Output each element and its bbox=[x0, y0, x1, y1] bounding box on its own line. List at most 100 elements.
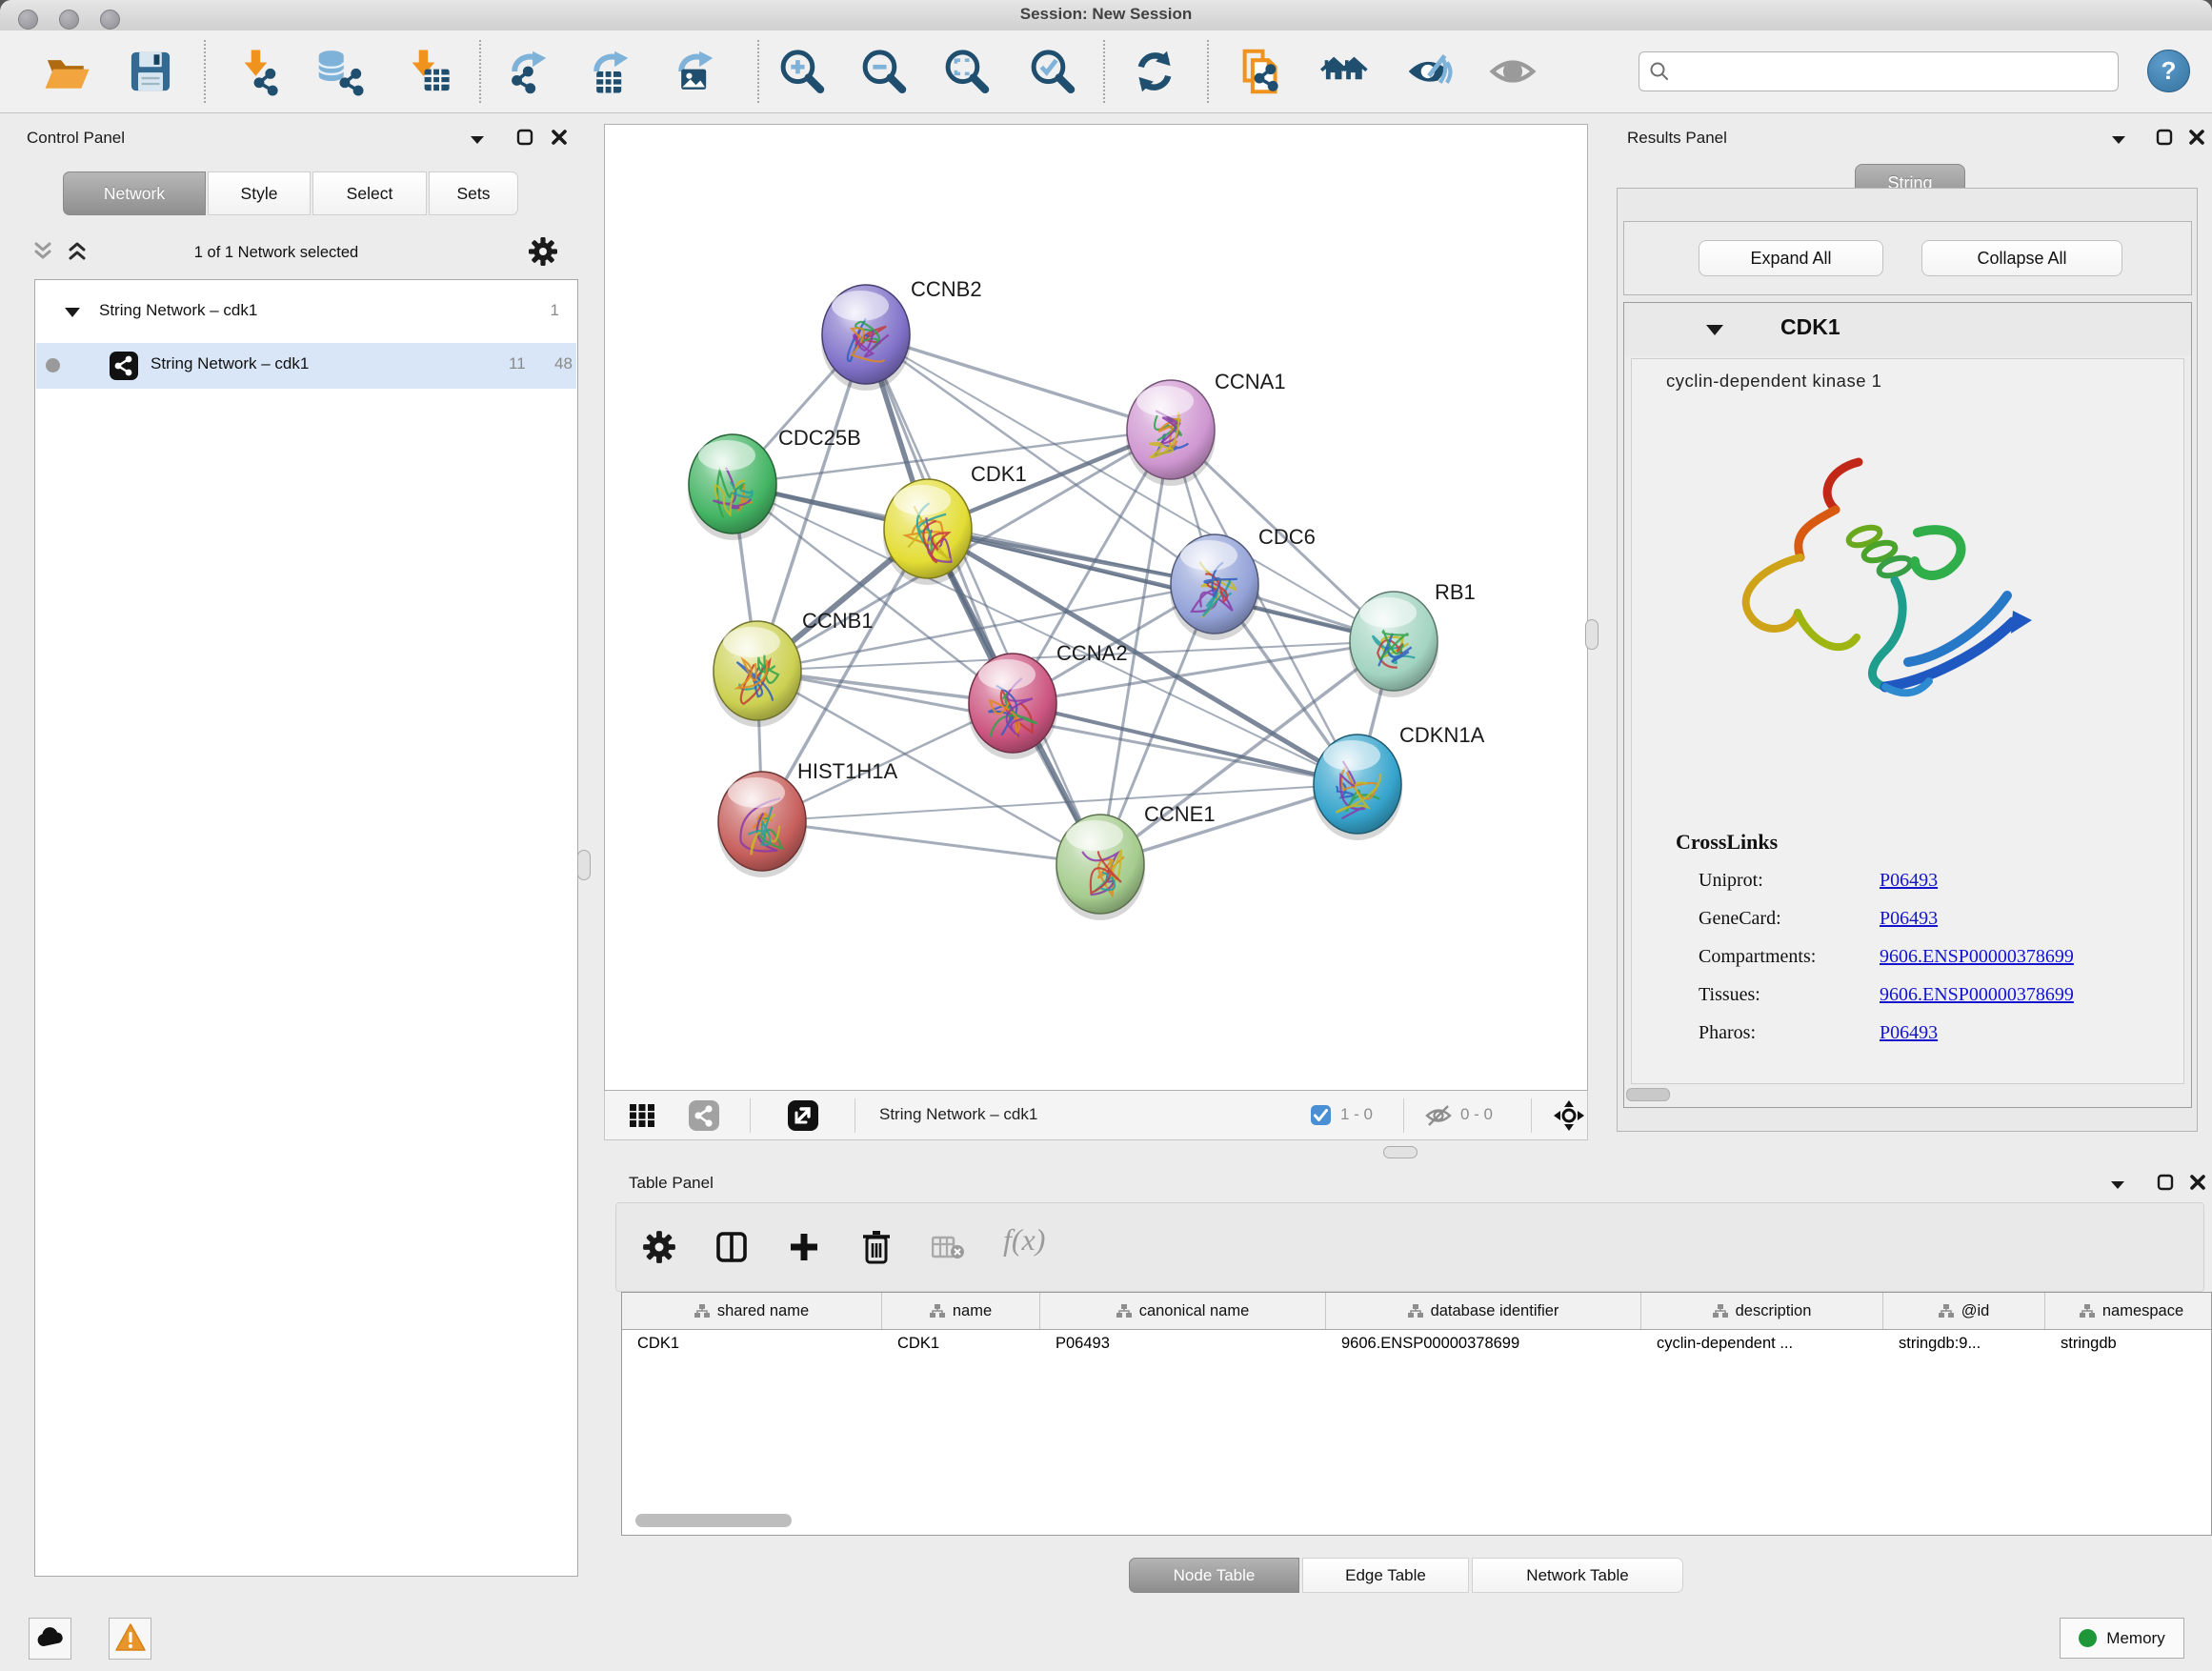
zoom-selected-button[interactable] bbox=[1023, 45, 1080, 100]
tab-style[interactable]: Style bbox=[208, 171, 311, 215]
node-CCNA2[interactable] bbox=[968, 654, 1057, 759]
import-network-from-database-button[interactable] bbox=[311, 45, 368, 100]
expand-all-button[interactable]: Expand All bbox=[1699, 240, 1883, 276]
grid-mode-icon[interactable] bbox=[628, 1103, 656, 1128]
cloud-status-button[interactable] bbox=[29, 1618, 71, 1660]
results-panel-close-icon[interactable] bbox=[2184, 128, 2209, 149]
edge-CDC25B-CDC6[interactable] bbox=[733, 484, 1215, 584]
export-image-button[interactable] bbox=[664, 45, 721, 100]
zoom-out-button[interactable] bbox=[855, 45, 912, 100]
column-header-name[interactable]: name bbox=[882, 1293, 1040, 1329]
show-all-button[interactable] bbox=[1484, 45, 1541, 100]
node-CCNB1[interactable] bbox=[713, 621, 802, 727]
network-view-mode-icon[interactable] bbox=[687, 1099, 721, 1132]
table-cell[interactable]: P06493 bbox=[1056, 1335, 1110, 1353]
table-cell[interactable]: CDK1 bbox=[897, 1335, 939, 1353]
table-cell[interactable]: stringdb bbox=[2061, 1335, 2117, 1353]
edge-CCNB2-CCNE1[interactable] bbox=[866, 334, 1100, 864]
column-header--id[interactable]: @id bbox=[1883, 1293, 2045, 1329]
export-network-button[interactable] bbox=[497, 45, 554, 100]
save-session-button[interactable] bbox=[122, 45, 179, 100]
node-CDKN1A[interactable] bbox=[1313, 735, 1402, 840]
open-session-button[interactable] bbox=[38, 45, 95, 100]
network-tree-root-row[interactable]: String Network – cdk1 1 bbox=[36, 292, 576, 333]
node-HIST1H1A[interactable] bbox=[717, 772, 807, 877]
import-table-button[interactable] bbox=[398, 45, 455, 100]
tab-edge-table[interactable]: Edge Table bbox=[1302, 1558, 1469, 1593]
node-RB1[interactable] bbox=[1349, 592, 1438, 697]
hide-selected-button[interactable] bbox=[1400, 45, 1458, 100]
show-columns-icon[interactable] bbox=[714, 1230, 750, 1266]
protein-card-header[interactable]: CDK1 bbox=[1624, 303, 2191, 356]
column-header-canonical-name[interactable]: canonical name bbox=[1040, 1293, 1326, 1329]
network-options-gear-icon[interactable] bbox=[528, 236, 558, 267]
column-header-namespace[interactable]: namespace bbox=[2045, 1293, 2212, 1329]
column-header-shared-name[interactable]: shared name bbox=[622, 1293, 882, 1329]
birdseye-navigator-icon[interactable] bbox=[1552, 1099, 1586, 1132]
tab-network[interactable]: Network bbox=[63, 171, 206, 215]
crosslink-value-link[interactable]: P06493 bbox=[1880, 1022, 1938, 1044]
export-table-button[interactable] bbox=[579, 45, 636, 100]
function-builder-icon[interactable]: f(x) bbox=[1003, 1222, 1045, 1258]
expand-all-tree-icon[interactable] bbox=[65, 240, 90, 261]
table-cell[interactable]: CDK1 bbox=[637, 1335, 679, 1353]
tab-select[interactable]: Select bbox=[312, 171, 427, 215]
selected-checkbox-icon[interactable] bbox=[1310, 1104, 1332, 1126]
import-network-from-file-button[interactable] bbox=[231, 45, 288, 100]
tab-node-table[interactable]: Node Table bbox=[1129, 1558, 1299, 1593]
task-warning-button[interactable] bbox=[109, 1618, 151, 1660]
node-CCNA1[interactable] bbox=[1126, 380, 1216, 486]
node-CDC25B[interactable] bbox=[688, 434, 777, 540]
collapse-all-tree-icon[interactable] bbox=[30, 240, 55, 261]
delete-column-trash-icon[interactable] bbox=[858, 1228, 895, 1266]
left-splitter-handle[interactable] bbox=[577, 850, 591, 880]
results-hscrollbar-thumb[interactable] bbox=[1626, 1088, 1670, 1101]
crosslink-value-link[interactable]: 9606.ENSP00000378699 bbox=[1880, 984, 2074, 1006]
apply-layout-button[interactable] bbox=[1126, 45, 1183, 100]
edge-CCNB2-CCNA1[interactable] bbox=[866, 334, 1171, 430]
node-CCNB2[interactable] bbox=[821, 285, 911, 391]
network-tree-selected-row[interactable]: String Network – cdk1 11 48 bbox=[36, 343, 576, 389]
crosslink-value-link[interactable]: 9606.ENSP00000378699 bbox=[1880, 946, 2074, 968]
memory-button[interactable]: Memory bbox=[2060, 1618, 2184, 1659]
search-input[interactable] bbox=[1678, 62, 2108, 81]
edge-CCNA2-CDKN1A[interactable] bbox=[1013, 703, 1357, 784]
protein-collapse-arrow-icon[interactable] bbox=[1704, 322, 1725, 338]
search-box[interactable] bbox=[1639, 51, 2119, 91]
table-hscrollbar-thumb[interactable] bbox=[635, 1514, 792, 1527]
table-cell[interactable]: cyclin-dependent ... bbox=[1657, 1335, 1793, 1353]
node-CDK1[interactable] bbox=[883, 479, 973, 585]
crosslink-value-link[interactable]: P06493 bbox=[1880, 908, 1938, 930]
node-CCNE1[interactable] bbox=[1056, 815, 1145, 920]
delete-table-icon[interactable] bbox=[931, 1236, 965, 1262]
new-network-from-selection-button[interactable] bbox=[1231, 45, 1288, 100]
column-header-database-identifier[interactable]: database identifier bbox=[1326, 1293, 1641, 1329]
horizontal-splitter-handle[interactable] bbox=[1383, 1146, 1418, 1158]
column-header-description[interactable]: description bbox=[1641, 1293, 1883, 1329]
tab-network-table[interactable]: Network Table bbox=[1472, 1558, 1683, 1593]
tab-sets[interactable]: Sets bbox=[429, 171, 518, 215]
table-panel-menu-icon[interactable] bbox=[2105, 1175, 2130, 1196]
table-panel-float-icon[interactable] bbox=[2153, 1173, 2178, 1194]
table-settings-gear-icon[interactable] bbox=[641, 1230, 677, 1266]
zoom-in-button[interactable] bbox=[773, 45, 830, 100]
control-panel-close-icon[interactable] bbox=[547, 128, 572, 149]
results-panel-menu-icon[interactable] bbox=[2106, 130, 2131, 151]
first-neighbors-button[interactable] bbox=[1317, 45, 1374, 100]
help-button[interactable]: ? bbox=[2147, 50, 2190, 92]
node-table[interactable]: shared namenamecanonical namedatabase id… bbox=[621, 1292, 2212, 1536]
table-cell[interactable]: stringdb:9... bbox=[1899, 1335, 1981, 1353]
network-canvas[interactable]: CCNB2CCNA1CDC25BCDK1CDC6RB1CCNB1CCNA2CDK… bbox=[604, 124, 1588, 1091]
collapse-all-button[interactable]: Collapse All bbox=[1921, 240, 2122, 276]
control-panel-float-icon[interactable] bbox=[513, 128, 537, 149]
control-panel-menu-icon[interactable] bbox=[465, 130, 490, 151]
create-column-plus-icon[interactable] bbox=[786, 1230, 822, 1266]
tree-collapse-arrow-icon[interactable] bbox=[63, 305, 82, 320]
detach-view-icon[interactable] bbox=[786, 1099, 820, 1132]
right-splitter-handle[interactable] bbox=[1585, 619, 1599, 650]
table-cell[interactable]: 9606.ENSP00000378699 bbox=[1341, 1335, 1519, 1353]
zoom-fit-button[interactable] bbox=[937, 45, 995, 100]
results-panel-float-icon[interactable] bbox=[2152, 128, 2177, 149]
node-CDC6[interactable] bbox=[1170, 534, 1259, 640]
table-panel-close-icon[interactable] bbox=[2185, 1173, 2210, 1194]
